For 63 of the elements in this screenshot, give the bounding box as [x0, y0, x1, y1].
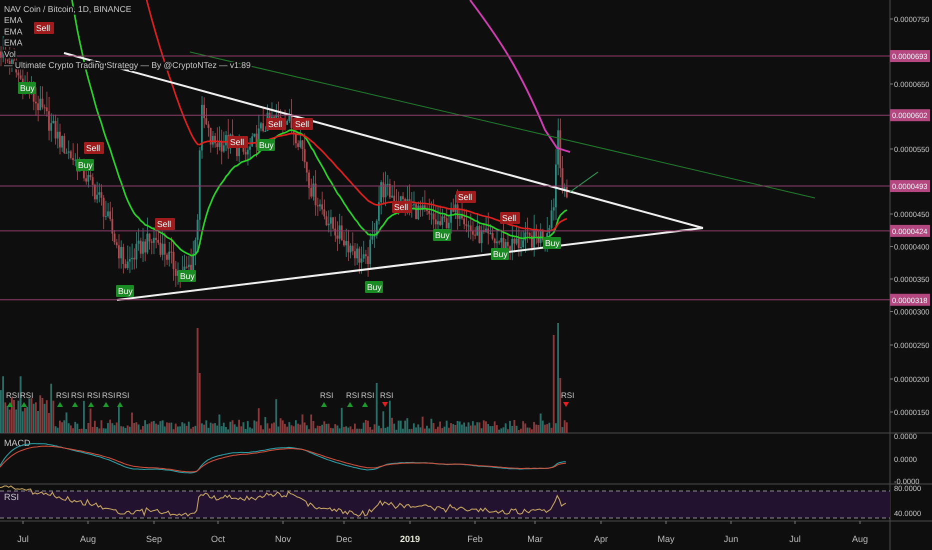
- buy-signal-tag: Buy: [491, 248, 509, 260]
- buy-signal-tag: Buy: [257, 139, 275, 151]
- buy-signal-tag: Buy: [18, 82, 36, 94]
- time-label: Nov: [275, 534, 291, 544]
- rsi-signal-label: RSI: [87, 391, 100, 400]
- sell-signal-tag: Sell: [84, 142, 104, 154]
- up-triangle-icon: [88, 402, 94, 407]
- sell-signal-tag: Sell: [266, 118, 286, 130]
- time-label: Apr: [594, 534, 608, 544]
- sell-signal-tag: Sell: [293, 118, 313, 130]
- sell-signal-tag: Sell: [392, 201, 412, 213]
- down-triangle-icon: [563, 402, 569, 407]
- time-label: Oct: [211, 534, 225, 544]
- study-label: Vol: [4, 48, 16, 59]
- study-label: EMA: [4, 38, 22, 48]
- up-triangle-icon: [362, 402, 368, 407]
- sell-signal-tag: Sell: [456, 191, 476, 203]
- rsi-signal-label: RSI: [20, 391, 34, 400]
- rsi-signal-label: RSI: [346, 391, 360, 400]
- buy-signal-tag: Buy: [543, 237, 561, 249]
- time-label: Jun: [724, 534, 738, 544]
- rsi-signal-label: RSI: [71, 391, 84, 400]
- up-triangle-icon: [321, 402, 327, 407]
- time-label: May: [658, 534, 674, 544]
- time-label: 2019: [400, 534, 420, 544]
- rsi-signal-label: RSI: [361, 391, 374, 400]
- pane-title: RSI: [4, 492, 20, 502]
- pane-title: MACD: [4, 438, 30, 448]
- rsi-signal-label: RSI: [6, 391, 20, 400]
- buy-signal-tag: Buy: [433, 229, 451, 241]
- rsi-signal-label: RSI: [320, 391, 334, 400]
- sell-signal-tag: Sell: [228, 136, 248, 148]
- up-triangle-icon: [117, 402, 123, 407]
- sell-signal-tag: Sell: [155, 218, 175, 230]
- up-triangle-icon: [21, 402, 27, 407]
- up-triangle-icon: [72, 402, 78, 407]
- up-triangle-icon: [57, 402, 63, 407]
- buy-signal-tag: Buy: [116, 285, 134, 297]
- time-label: Jul: [17, 534, 29, 544]
- buy-signal-tag: Buy: [76, 159, 94, 171]
- sell-signal-tag: Sell: [34, 22, 54, 34]
- buy-signal-tag: Buy: [365, 281, 383, 293]
- up-triangle-icon: [103, 402, 109, 407]
- time-label: Jul: [789, 534, 801, 544]
- rsi-signal-label: RSI: [561, 391, 574, 400]
- time-label: Mar: [527, 534, 543, 544]
- up-triangle-icon: [347, 402, 353, 407]
- time-label: Sep: [146, 534, 162, 544]
- study-label: EMA: [4, 15, 22, 26]
- time-label: Feb: [467, 534, 483, 544]
- time-label: Aug: [852, 534, 868, 544]
- projection-line: [570, 172, 598, 192]
- rsi-signal-label: RSI: [116, 391, 130, 400]
- study-label: EMA: [4, 26, 22, 36]
- time-label: Dec: [336, 534, 352, 544]
- up-triangle-icon: [7, 402, 13, 407]
- rsi-signal-label: RSI: [102, 391, 116, 400]
- rsi-signal-label: RSI: [56, 391, 70, 400]
- down-triangle-icon: [382, 402, 388, 407]
- sell-signal-tag: Sell: [500, 212, 520, 224]
- rsi-signal-label: RSI: [380, 391, 394, 400]
- time-label: Aug: [80, 534, 96, 544]
- buy-signal-tag: Buy: [178, 270, 196, 282]
